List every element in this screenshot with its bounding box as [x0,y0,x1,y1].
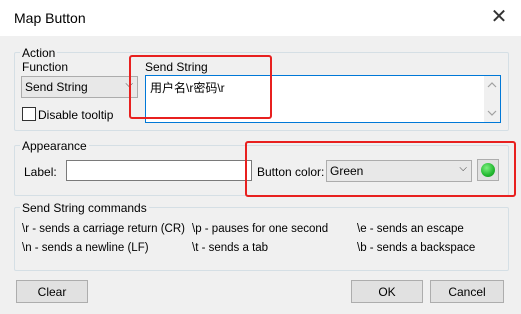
function-label: Function [22,60,69,74]
command-item: \p - pauses for one second [192,223,329,235]
label-label: Label: [24,165,57,179]
appearance-group-label: Appearance [20,139,89,153]
command-item: \n - sends a newline (LF) [22,242,149,254]
disable-tooltip-label: Disable tooltip [38,108,114,122]
label-input[interactable] [66,160,252,181]
send-string-highlight [129,55,272,119]
button-color-highlight [245,141,516,197]
command-item: \e - sends an escape [357,223,464,235]
commands-group-label: Send String commands [20,201,149,215]
command-item: \r - sends a carriage return (CR) [22,223,185,235]
scrollbar[interactable] [484,76,500,122]
action-group-label: Action [20,46,58,60]
window-title: Map Button [14,10,86,26]
function-dropdown[interactable]: Send String ⌵ [21,76,138,98]
cancel-button[interactable]: Cancel [430,280,504,303]
ok-button[interactable]: OK [351,280,423,303]
clear-button[interactable]: Clear [16,280,88,303]
command-item: \b - sends a backspace [357,242,476,254]
disable-tooltip-checkbox[interactable] [22,107,36,121]
close-icon[interactable]: ✕ [484,2,514,32]
command-item: \t - sends a tab [192,242,269,254]
function-value: Send String [25,80,88,94]
commands-group [14,207,509,271]
